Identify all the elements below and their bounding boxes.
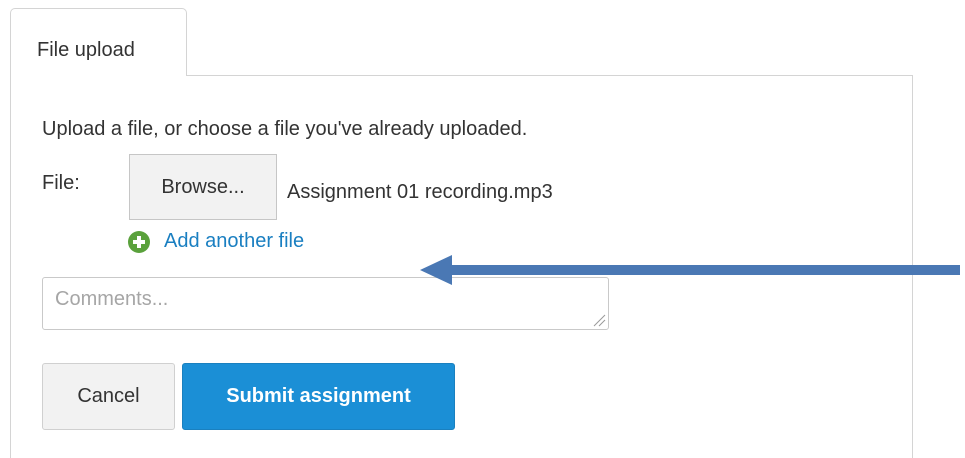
- upload-instructions: Upload a file, or choose a file you've a…: [42, 118, 528, 140]
- browse-button[interactable]: Browse...: [129, 154, 277, 220]
- resize-grip-icon[interactable]: [590, 311, 606, 327]
- file-upload-screen: File upload Upload a file, or choose a f…: [0, 0, 965, 458]
- add-another-file-link[interactable]: Add another file: [128, 230, 304, 253]
- file-label: File:: [42, 172, 80, 194]
- submit-assignment-button[interactable]: Submit assignment: [182, 363, 455, 430]
- selected-file-name: Assignment 01 recording.mp3: [287, 181, 553, 203]
- left-arrow-annotation: [420, 255, 960, 285]
- plus-circle-icon: [128, 230, 150, 253]
- add-file-label: Add another file: [164, 230, 305, 252]
- cancel-button[interactable]: Cancel: [42, 363, 175, 430]
- tab-label: File upload: [37, 39, 135, 61]
- tab-file-upload[interactable]: File upload: [10, 8, 187, 76]
